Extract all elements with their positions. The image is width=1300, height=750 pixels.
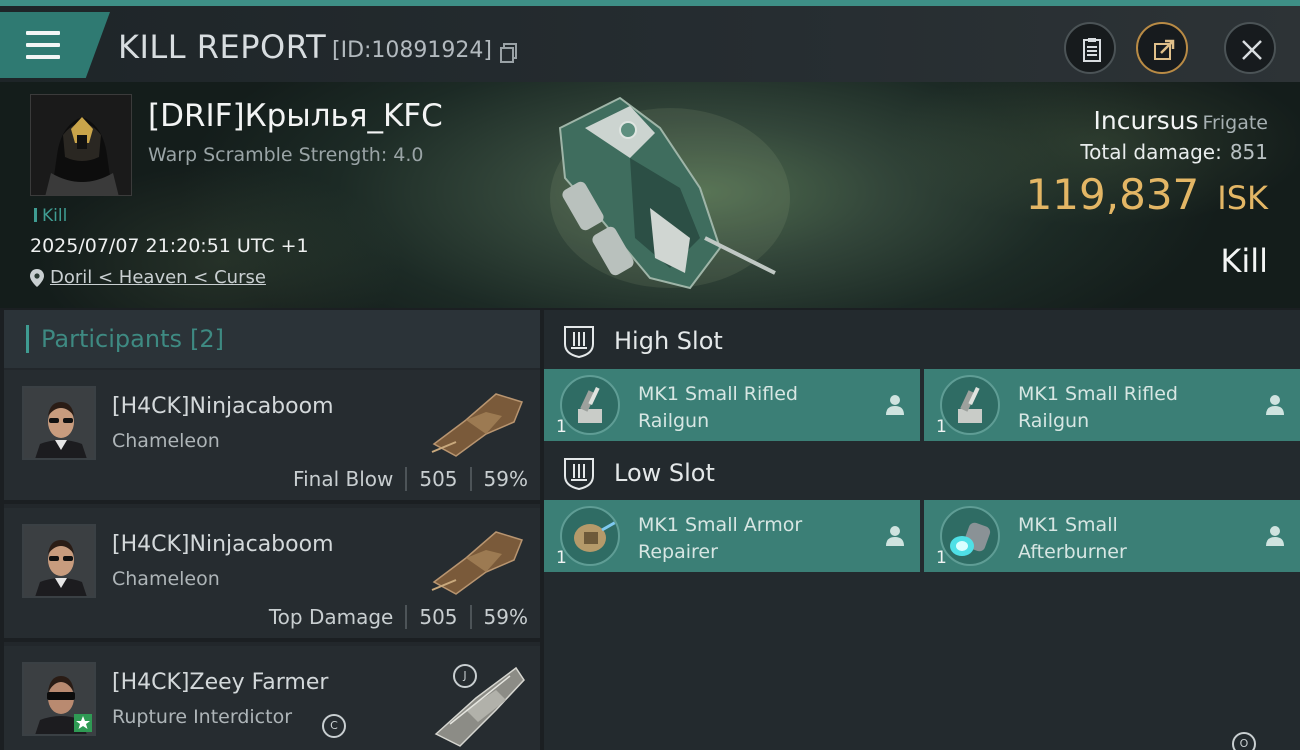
- total-damage: Total damage: 851: [1080, 140, 1268, 164]
- module-quantity: 1: [556, 548, 567, 568]
- module-item[interactable]: 1 MK1 Small Armor Repairer: [544, 500, 920, 572]
- share-icon: [1154, 39, 1175, 60]
- participant-stats: Final Blow 505 59%: [293, 467, 528, 491]
- ship-name: Incursus: [1093, 106, 1199, 135]
- module-quantity: 1: [936, 417, 947, 437]
- module-item[interactable]: 1 MK1 Small Rifled Railgun: [924, 369, 1300, 441]
- close-button[interactable]: [1224, 22, 1276, 74]
- fitting-panel: High Slot 1 MK1 Small Rifled Railgun 1 M…: [544, 310, 1300, 750]
- total-damage-value: 851: [1229, 140, 1268, 164]
- victim-ship: Incursus Frigate: [1094, 106, 1268, 135]
- participant-row[interactable]: [H4CK]Ninjacaboom Chameleon Top Damage 5…: [4, 508, 540, 642]
- shield-slot-icon: [564, 326, 594, 358]
- stat-label: Top Damage: [268, 605, 394, 629]
- avatar[interactable]: [22, 662, 96, 736]
- module-quantity: 1: [556, 417, 567, 437]
- copy-icon[interactable]: [500, 43, 518, 63]
- module-name: MK1 Small Afterburner: [1018, 512, 1238, 566]
- location-text[interactable]: Doril < Heaven < Curse: [50, 267, 266, 288]
- high-slot-title: High Slot: [614, 327, 723, 355]
- damage-value: 505: [419, 467, 458, 491]
- module-name-line: MK1 Small: [1018, 514, 1118, 536]
- person-icon: [886, 526, 904, 546]
- module-name-line: Afterburner: [1018, 541, 1127, 563]
- isk-amount: 119,837: [1025, 170, 1200, 219]
- location-link[interactable]: Doril < Heaven < Curse: [30, 267, 266, 288]
- victim-banner: [DRIF]Крылья_KFC Warp Scramble Strength:…: [0, 82, 1300, 308]
- participant-name: [H4CK]Ninjacaboom: [112, 532, 334, 557]
- victim-name: [DRIF]Крылья_KFC: [148, 98, 443, 134]
- module-name-line: Repairer: [638, 541, 718, 563]
- participants-count: [2]: [189, 325, 224, 353]
- damage-percent: 59%: [483, 467, 528, 491]
- module-quantity: 1: [936, 548, 947, 568]
- shield-slot-icon: [564, 458, 594, 490]
- module-item[interactable]: 1 MK1 Small Afterburner: [924, 500, 1300, 572]
- module-name-line: Railgun: [638, 410, 710, 432]
- participant-ship: Chameleon: [112, 430, 220, 452]
- victim-ship-image: [550, 96, 790, 290]
- module-name: MK1 Small Rifled Railgun: [1018, 381, 1238, 435]
- module-name-line: MK1 Small Rifled: [1018, 383, 1178, 405]
- damage-percent: 59%: [483, 605, 528, 629]
- person-icon: [1266, 395, 1284, 415]
- participant-ship-image: [431, 393, 523, 457]
- module-name: MK1 Small Armor Repairer: [638, 512, 858, 566]
- participant-stats: Top Damage 505 59%: [269, 605, 528, 629]
- menu-icon: [26, 31, 60, 59]
- avatar[interactable]: [22, 524, 96, 598]
- participants-panel: Participants [2] [H4CK]Ninjacaboom Chame…: [4, 310, 540, 750]
- avatar[interactable]: [22, 386, 96, 460]
- page-title: KILL REPORT: [118, 28, 327, 66]
- location-pin-icon: [30, 268, 44, 287]
- participant-row[interactable]: [H4CK]Ninjacaboom Chameleon Final Blow 5…: [4, 370, 540, 504]
- header-bar: KILL REPORT [ID:10891924]: [0, 0, 1300, 82]
- isk-value: 119,837 ISK: [1026, 170, 1268, 219]
- armor-repairer-icon: [560, 506, 620, 566]
- module-item[interactable]: 1 MK1 Small Rifled Railgun: [544, 369, 920, 441]
- participants-header: Participants [2]: [4, 310, 540, 368]
- corner-badge: O: [1232, 732, 1256, 750]
- share-button[interactable]: [1136, 22, 1188, 74]
- afterburner-icon: [940, 506, 1000, 566]
- kill-timestamp: 2025/07/07 21:20:51 UTC +1: [30, 235, 309, 257]
- railgun-icon: [940, 375, 1000, 435]
- isk-unit: ISK: [1217, 179, 1268, 217]
- person-icon: [1266, 526, 1284, 546]
- participant-name: [H4CK]Ninjacaboom: [112, 394, 334, 419]
- participant-ship: Chameleon: [112, 568, 220, 590]
- participant-ship-image: [431, 531, 523, 595]
- clipboard-icon: [1083, 38, 1101, 62]
- module-name: MK1 Small Rifled Railgun: [638, 381, 858, 435]
- close-icon: [1242, 40, 1262, 60]
- module-name-line: MK1 Small Rifled: [638, 383, 798, 405]
- high-slot-header: High Slot: [544, 312, 1300, 370]
- participant-row[interactable]: [H4CK]Zeey Farmer Rupture Interdictor C …: [4, 646, 540, 750]
- railgun-icon: [560, 375, 620, 435]
- ship-class: Frigate: [1202, 112, 1268, 134]
- corp-badge: C: [322, 714, 346, 738]
- participant-name: [H4CK]Zeey Farmer: [112, 670, 329, 695]
- person-icon: [886, 395, 904, 415]
- low-slot-title: Low Slot: [614, 459, 715, 487]
- menu-button[interactable]: [0, 12, 110, 78]
- participant-ship-image: [434, 666, 525, 747]
- module-name-line: MK1 Small Armor: [638, 514, 803, 536]
- victim-avatar[interactable]: [30, 94, 132, 196]
- total-damage-label: Total damage:: [1080, 140, 1222, 164]
- star-icon: [74, 714, 92, 732]
- module-name-line: Railgun: [1018, 410, 1090, 432]
- participant-ship: Rupture Interdictor: [112, 706, 292, 728]
- kill-tag: Kill: [34, 206, 67, 226]
- stat-label: Final Blow: [293, 467, 394, 491]
- report-id: [ID:10891924]: [332, 38, 492, 63]
- low-slot-header: Low Slot: [544, 444, 1300, 502]
- warp-scramble-strength: Warp Scramble Strength: 4.0: [148, 144, 424, 166]
- damage-value: 505: [419, 605, 458, 629]
- result-label: Kill: [1220, 242, 1268, 280]
- clipboard-button[interactable]: [1064, 22, 1116, 74]
- participants-label: Participants: [41, 325, 182, 353]
